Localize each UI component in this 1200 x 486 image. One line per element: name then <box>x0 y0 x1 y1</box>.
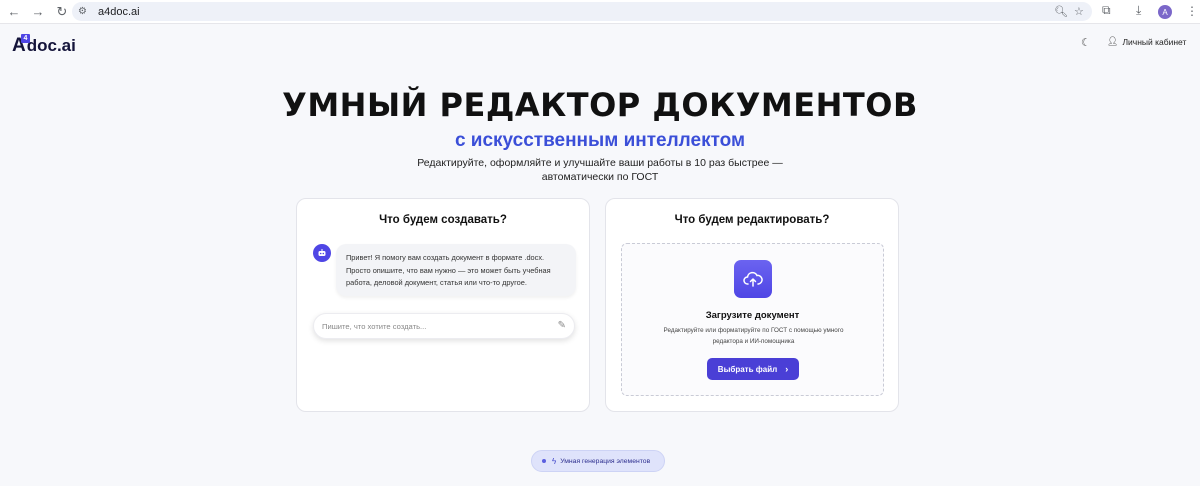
logo-text: doc.ai <box>26 36 76 55</box>
logo-badge: 4 <box>21 34 30 43</box>
create-card-title: Что будем создавать? <box>379 214 507 226</box>
logo[interactable]: A4 doc.ai <box>12 32 76 56</box>
user-icon: 👤︎ <box>1107 36 1119 46</box>
moon-icon[interactable]: ☾ <box>1081 36 1091 49</box>
account-link[interactable]: 👤︎ Личный кабинет <box>1107 36 1186 47</box>
address-bar[interactable]: ⚙ a4doc.ai 🔍︎ ☆ <box>72 2 1092 21</box>
page-description: Редактируйте, оформляйте и улучшайте ваш… <box>417 157 783 183</box>
reload-icon[interactable]: ↻ <box>52 2 72 22</box>
page-title: УМНЫЙ РЕДАКТОР ДОКУМЕНТОВ <box>282 86 918 124</box>
choose-file-button[interactable]: Выбрать файл › <box>707 358 799 380</box>
site-header: A4 doc.ai ☾ 👤︎ Личный кабинет <box>0 24 1200 64</box>
chevron-right-icon: › <box>785 364 789 374</box>
site-settings-icon[interactable]: ⚙ <box>78 6 92 17</box>
url-text: a4doc.ai <box>98 5 140 18</box>
choose-file-label: Выбрать файл <box>717 364 778 374</box>
dot-indicator <box>542 459 546 463</box>
prompt-field[interactable]: ✎ <box>313 313 575 339</box>
back-icon[interactable]: ← <box>4 2 24 22</box>
logo-mark: A4 <box>12 34 30 56</box>
smart-generation-badge[interactable]: ϟ Умная генерация элементов <box>531 450 665 472</box>
zoom-icon[interactable]: 🔍︎ <box>1054 5 1068 18</box>
bookmark-star-icon[interactable]: ☆ <box>1074 5 1084 18</box>
edit-card-title: Что будем редактировать? <box>674 214 830 226</box>
lightning-icon: ϟ <box>552 456 557 466</box>
browser-menu-icon[interactable]: ⋮ <box>1186 4 1198 18</box>
bot-message: Привет! Я помогу вам создать документ в … <box>336 244 576 296</box>
magic-wand-icon[interactable]: ✎ <box>558 320 566 331</box>
page-subtitle: с искусственным интеллектом <box>454 130 746 151</box>
robot-icon <box>318 249 326 256</box>
profile-avatar[interactable]: A <box>1158 5 1172 19</box>
smart-generation-label: Умная генерация элементов <box>560 457 651 465</box>
cloud-upload-icon <box>734 260 772 298</box>
bot-avatar <box>313 244 331 262</box>
cloud-upload-svg <box>743 271 763 287</box>
prompt-input[interactable] <box>322 321 542 331</box>
extensions-icon[interactable]: ⧉ <box>1102 3 1111 18</box>
upload-dropzone[interactable]: Загрузите документ Редактируйте или форм… <box>621 243 884 396</box>
edit-card: Что будем редактировать? Загрузите докум… <box>605 198 899 412</box>
browser-toolbar: ← → ↻ ⚙ a4doc.ai 🔍︎ ☆ ⧉ ⤓ A ⋮ <box>0 0 1200 24</box>
account-label: Личный кабинет <box>1122 36 1187 47</box>
create-card: Что будем создавать? Привет! Я помогу ва… <box>296 198 590 412</box>
forward-icon[interactable]: → <box>28 2 48 22</box>
download-icon[interactable]: ⤓ <box>1136 3 1141 18</box>
upload-title: Загрузите документ <box>705 310 800 321</box>
upload-description: Редактируйте или форматируйте по ГОСТ с … <box>663 327 844 345</box>
